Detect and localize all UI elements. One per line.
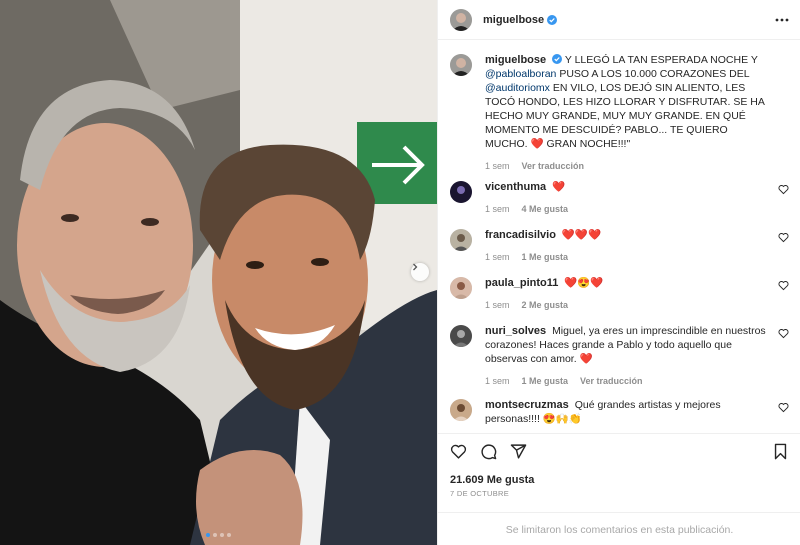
comment-timestamp[interactable]: 1 sem xyxy=(485,374,510,388)
comment-text: ❤️ xyxy=(552,181,566,193)
heart-icon[interactable] xyxy=(778,184,789,195)
verified-badge-icon xyxy=(547,14,558,25)
post-details-panel: miguelbose miguelbose Y LLEGÓ LA TAN ESP… xyxy=(437,0,800,545)
commenter-avatar[interactable] xyxy=(450,277,472,299)
mention-link[interactable]: @auditoriomx xyxy=(485,82,550,94)
comment-text: ❤️😍❤️ xyxy=(564,277,604,289)
caption-timestamp[interactable]: 1 sem xyxy=(485,159,510,173)
commenter-avatar[interactable] xyxy=(450,229,472,251)
comment-username[interactable]: nuri_solves xyxy=(485,325,546,337)
heart-icon[interactable] xyxy=(778,232,789,243)
comment-username[interactable]: paula_pinto11 xyxy=(485,277,558,289)
heart-icon[interactable] xyxy=(778,280,789,291)
comment-timestamp[interactable]: 1 sem xyxy=(485,250,510,264)
comment-item: montsecruzmas Qué grandes artistas y mej… xyxy=(450,398,789,426)
author-username[interactable]: miguelbose xyxy=(483,14,544,26)
carousel-dot xyxy=(227,533,231,537)
carousel-dot xyxy=(220,533,224,537)
caption-text: PUSO A LOS 10.000 CORAZONES DEL xyxy=(559,68,750,80)
post-actions: 21.609 Me gusta 7 DE OCTUBRE Se limitaro… xyxy=(438,433,800,545)
caption-username[interactable]: miguelbose xyxy=(485,54,546,66)
post-header: miguelbose xyxy=(438,0,800,40)
comment-text: ❤️❤️❤️ xyxy=(561,229,602,241)
carousel-next-button[interactable] xyxy=(411,263,429,281)
bookmark-icon[interactable] xyxy=(772,443,789,460)
comment-likes[interactable]: 4 Me gusta xyxy=(522,202,569,216)
verified-badge-icon xyxy=(552,54,563,64)
post-photo[interactable] xyxy=(0,0,437,545)
photo-illustration xyxy=(0,0,437,545)
see-translation-link[interactable]: Ver traducción xyxy=(580,374,643,388)
heart-emoji: ❤️ xyxy=(530,138,544,150)
comment-item: francadisilvio ❤️❤️❤️ 1 sem 1 Me gusta xyxy=(450,228,789,264)
heart-icon[interactable] xyxy=(450,443,467,460)
carousel-indicator xyxy=(0,533,437,537)
carousel-dot xyxy=(206,533,210,537)
comments-list[interactable]: miguelbose Y LLEGÓ LA TAN ESPERADA NOCHE… xyxy=(438,41,800,431)
author-avatar[interactable] xyxy=(450,8,472,31)
comment-likes[interactable]: 2 Me gusta xyxy=(522,298,569,312)
caption-text: GRAN NOCHE!!!" xyxy=(546,138,631,150)
see-translation-link[interactable]: Ver traducción xyxy=(522,159,585,173)
comment-username[interactable]: montsecruzmas xyxy=(485,399,569,411)
comment-username[interactable]: vicenthuma xyxy=(485,181,546,193)
mention-link[interactable]: @pabloalboran xyxy=(485,68,556,80)
comment-icon[interactable] xyxy=(480,443,497,460)
commenter-avatar[interactable] xyxy=(450,399,472,421)
comment-timestamp[interactable]: 1 sem xyxy=(485,298,510,312)
comment-username[interactable]: francadisilvio xyxy=(485,229,556,241)
like-count[interactable]: 21.609 Me gusta xyxy=(450,474,534,486)
comment-item: paula_pinto11 ❤️😍❤️ 1 sem 2 Me gusta xyxy=(450,276,789,312)
more-options-icon[interactable] xyxy=(775,13,789,27)
comment-timestamp[interactable]: 1 sem xyxy=(485,202,510,216)
commenter-avatar[interactable] xyxy=(450,325,472,347)
heart-icon[interactable] xyxy=(778,402,789,413)
comments-limited-notice: Se limitaron los comentarios en esta pub… xyxy=(438,512,800,536)
comment-likes[interactable]: 1 Me gusta xyxy=(522,374,569,388)
share-icon[interactable] xyxy=(510,443,527,460)
caption-text: Y LLEGÓ LA TAN ESPERADA NOCHE Y xyxy=(564,54,758,66)
commenter-avatar[interactable] xyxy=(450,181,472,203)
post-date[interactable]: 7 DE OCTUBRE xyxy=(450,489,509,498)
comment-likes[interactable]: 1 Me gusta xyxy=(522,250,569,264)
author-avatar[interactable] xyxy=(450,54,472,76)
carousel-dot xyxy=(213,533,217,537)
heart-icon[interactable] xyxy=(778,328,789,339)
chevron-right-icon xyxy=(413,263,418,271)
post-caption: miguelbose Y LLEGÓ LA TAN ESPERADA NOCHE… xyxy=(450,53,789,173)
comment-item: vicenthuma ❤️ 1 sem 4 Me gusta xyxy=(450,180,789,216)
comment-item: nuri_solves Miguel, ya eres un imprescin… xyxy=(450,324,789,388)
